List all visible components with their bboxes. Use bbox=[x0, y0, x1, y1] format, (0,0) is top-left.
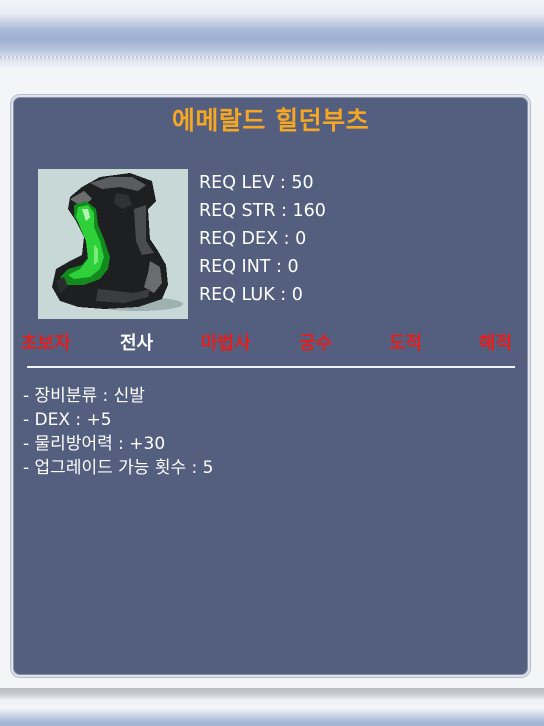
dex-bonus: - DEX : +5 bbox=[23, 410, 112, 430]
job-list: 초보자 전사 마법사 궁수 도적 해적 bbox=[13, 329, 528, 359]
job-thief: 도적 bbox=[389, 333, 423, 354]
job-pirate: 해적 bbox=[479, 333, 513, 354]
item-name: 에메랄드 힐던부츠 bbox=[171, 106, 370, 135]
job-beginner: 초보자 bbox=[21, 333, 71, 354]
req-int: REQ INT : 0 bbox=[199, 257, 299, 277]
item-icon-frame bbox=[38, 169, 188, 319]
job-magician: 마법사 bbox=[201, 333, 251, 354]
physical-defense: - 물리방어력 : +30 bbox=[23, 434, 166, 454]
req-luk: REQ LUK : 0 bbox=[199, 285, 303, 305]
top-window-bar bbox=[0, 0, 544, 68]
item-details: - 장비분류 : 신발 - DEX : +5 - 물리방어력 : +30 - 업… bbox=[23, 384, 213, 480]
item-tooltip: 에메랄드 힐던부츠 REQ LEV : 50 REQ STR : 160 REQ bbox=[11, 95, 530, 677]
upgrade-slots: - 업그레이드 가능 횟수 : 5 bbox=[23, 458, 214, 478]
bottom-window-bar bbox=[0, 688, 544, 726]
req-str: REQ STR : 160 bbox=[199, 201, 326, 221]
equip-category: - 장비분류 : 신발 bbox=[23, 386, 145, 406]
job-warrior: 전사 bbox=[120, 333, 154, 354]
requirements-list: REQ LEV : 50 REQ STR : 160 REQ DEX : 0 R… bbox=[199, 169, 326, 309]
req-level: REQ LEV : 50 bbox=[199, 173, 314, 193]
req-dex: REQ DEX : 0 bbox=[199, 229, 307, 249]
job-bowman: 궁수 bbox=[299, 333, 333, 354]
emerald-boots-icon bbox=[52, 173, 183, 311]
divider bbox=[27, 366, 515, 368]
